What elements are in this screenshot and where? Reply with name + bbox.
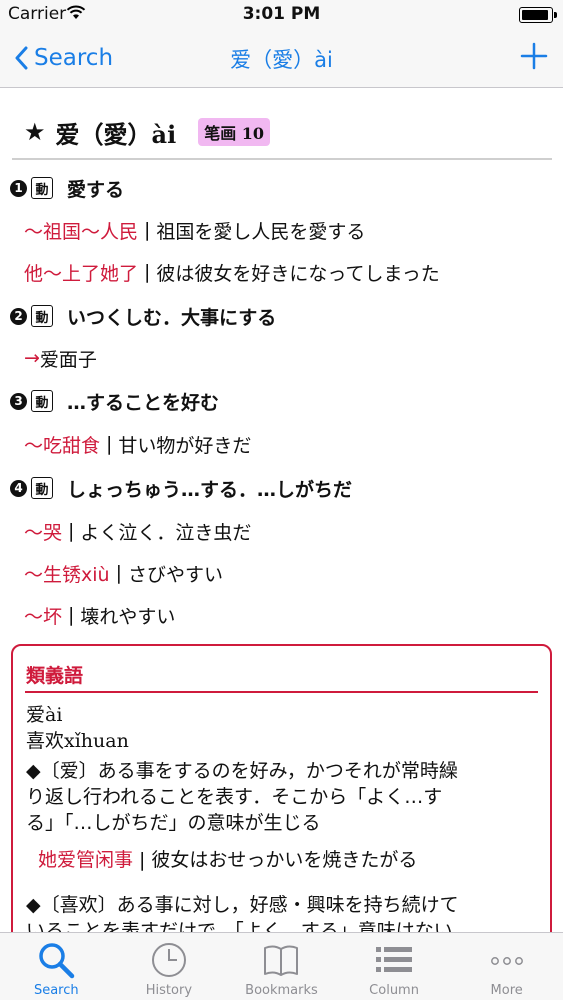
stroke-count-badge: 笔画 10	[198, 118, 271, 146]
sense-2: 2 動 いつくしむ．大事にする	[10, 300, 563, 332]
example-row: 他～上了她了 | 彼は彼女を好きになってしまった	[24, 256, 563, 288]
example-translation: 彼女はおせっかいを焼きたがる	[151, 849, 418, 871]
book-icon	[264, 945, 299, 976]
header-divider	[12, 158, 552, 160]
pos-tag: 動	[31, 477, 53, 499]
synonym-word: 喜欢xǐhuan	[26, 730, 129, 752]
sense-gloss: …することを好む	[67, 391, 220, 414]
separator: |	[68, 520, 75, 542]
tab-label: Search	[33, 983, 79, 998]
example-translation: 壊れやすい	[80, 605, 176, 628]
tab-label: More	[490, 983, 523, 998]
synonyms-divider	[25, 691, 538, 693]
example-chinese[interactable]: ～生锈xiù	[24, 560, 110, 587]
example-row: ～祖国～人民 | 祖国を愛し人民を愛する	[24, 214, 563, 246]
tab-column[interactable]: Column	[338, 933, 451, 1000]
pos-tag: 動	[31, 177, 53, 199]
clock-icon	[151, 943, 186, 977]
tab-bookmarks[interactable]: Bookmarks	[225, 933, 338, 1000]
separator: |	[139, 849, 146, 871]
separator: |	[115, 562, 122, 584]
pos-tag: 動	[31, 305, 53, 327]
example-chinese[interactable]: 她爱管闲事	[38, 849, 133, 871]
tab-bar: Search History Bookmarks Column More	[0, 932, 563, 1000]
nav-title: 爱（愛）ài	[230, 48, 333, 72]
example-chinese[interactable]: ～坏	[24, 602, 62, 629]
example-translation: よく泣く．泣き虫だ	[80, 521, 252, 544]
synonyms-box: 類義語 爱ài 喜欢xǐhuan ◆〔爱〕ある事をするのを好み，かつそれが常時繰…	[11, 644, 552, 932]
usage-note-line: いることを表すだけで，「よく…する」意味はない	[26, 920, 453, 932]
separator: |	[106, 433, 113, 455]
separator: |	[68, 604, 75, 626]
usage-note-line: ◆〔喜欢〕ある事に対し，好感・興味を持ち続けて	[26, 894, 459, 916]
sense-3: 3 動 …することを好む	[10, 385, 563, 417]
sense-gloss: しょっちゅう…する．…しがちだ	[67, 478, 353, 501]
sense-number: 3	[10, 392, 27, 410]
status-time: 3:01 PM	[242, 4, 321, 24]
tab-history[interactable]: History	[113, 933, 226, 1000]
headword: 爱（愛）ài	[55, 119, 177, 149]
example-translation: さびやすい	[127, 563, 223, 586]
example-translation: 甘い物が好きだ	[118, 434, 252, 457]
example-chinese[interactable]: ～吃甜食	[24, 431, 100, 458]
synonym-example: 她爱管闲事 | 彼女はおせっかいを焼きたがる	[38, 847, 550, 873]
separator: |	[144, 219, 151, 241]
plus-icon	[520, 42, 548, 70]
example-row: ～吃甜食 | 甘い物が好きだ	[24, 428, 563, 460]
sense-number: 4	[10, 479, 27, 497]
tab-label: History	[145, 983, 193, 998]
entry-header: ★ 爱（愛）ài 笔画 10	[24, 114, 271, 150]
separator: |	[144, 261, 151, 283]
list-icon	[376, 947, 413, 972]
synonym-word: 爱ài	[26, 704, 63, 726]
example-chinese[interactable]: 他～上了她了	[24, 259, 138, 286]
example-chinese[interactable]: ～祖国～人民	[24, 217, 138, 244]
example-row: ～哭 | よく泣く．泣き虫だ	[24, 515, 563, 547]
example-translation: 彼は彼女を好きになってしまった	[156, 262, 440, 285]
pos-tag: 動	[31, 390, 53, 412]
synonyms-title: 類義語	[26, 665, 84, 687]
cross-ref-word[interactable]: 爱面子	[40, 345, 97, 372]
example-chinese[interactable]: ～哭	[24, 518, 62, 545]
arrow-icon: →	[24, 347, 40, 369]
example-row: ～生锈xiù | さびやすい	[24, 557, 563, 589]
navigation-bar: Search 爱（愛）ài	[0, 30, 563, 88]
example-translation: 祖国を愛し人民を愛する	[156, 220, 366, 243]
usage-note-line: ◆〔爱〕ある事をするのを好み，かつそれが常時繰	[26, 760, 458, 782]
usage-note-line: り返し行われることを表す．そこから「よく…す	[26, 786, 443, 808]
tab-label: Column	[369, 983, 419, 998]
more-icon	[490, 957, 523, 965]
cross-reference[interactable]: → 爱面子	[24, 342, 563, 374]
sense-1: 1 動 愛する	[10, 172, 563, 204]
sense-number: 2	[10, 307, 27, 325]
battery-icon	[519, 7, 557, 23]
search-icon	[39, 943, 75, 979]
usage-note-line: る」「…しがちだ」の意味が生じる	[26, 812, 321, 834]
example-row: ～坏 | 壊れやすい	[24, 599, 563, 631]
entry-content: ★ 爱（愛）ài 笔画 10 1 動 愛する ～祖国～人民 | 祖国を愛し人民を…	[0, 88, 563, 932]
tab-search[interactable]: Search	[0, 933, 113, 1000]
tab-label: Bookmarks	[245, 983, 318, 998]
star-icon[interactable]: ★	[24, 118, 46, 146]
status-bar: Carrier 3:01 PM	[0, 0, 563, 30]
sense-4: 4 動 しょっちゅう…する．…しがちだ	[10, 472, 563, 504]
sense-gloss: 愛する	[67, 178, 125, 201]
sense-number: 1	[10, 179, 27, 197]
sense-gloss: いつくしむ．大事にする	[67, 306, 277, 329]
add-bookmark-button[interactable]	[519, 39, 549, 73]
tab-more[interactable]: More	[450, 933, 563, 1000]
